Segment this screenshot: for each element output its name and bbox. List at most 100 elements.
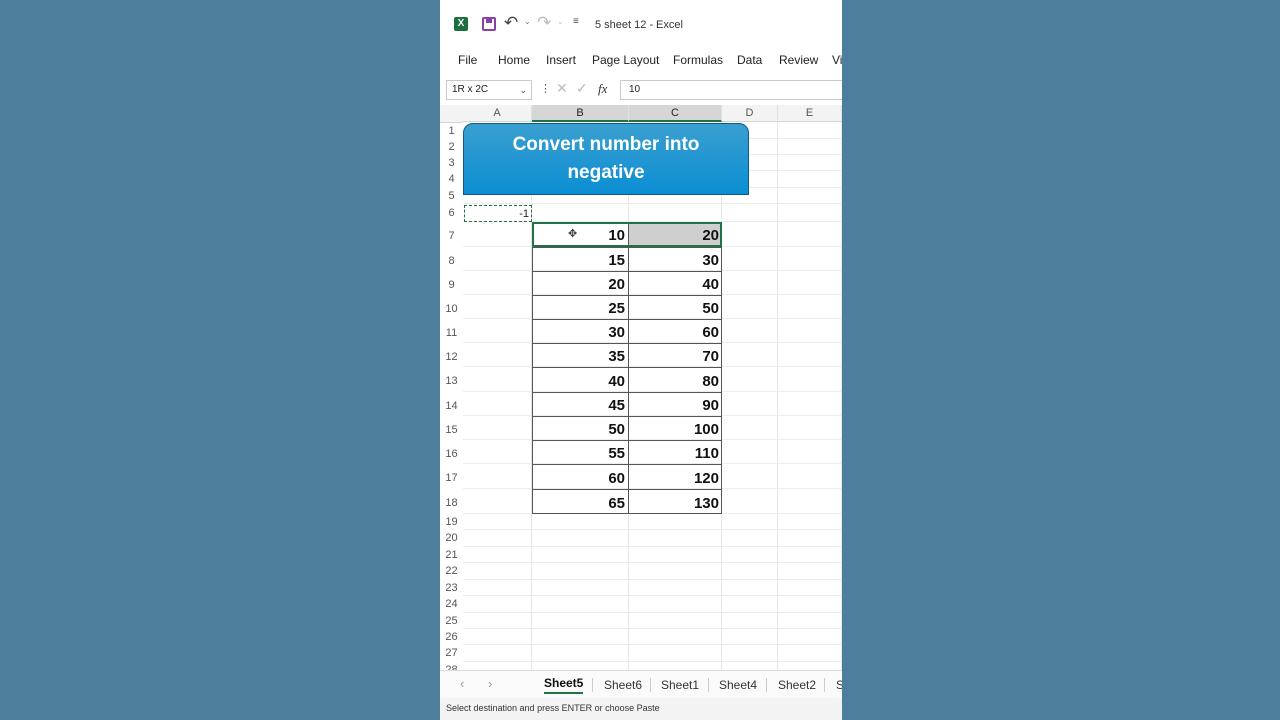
- chevron-down-icon[interactable]: ⌄: [519, 81, 527, 99]
- row-header[interactable]: 23: [440, 580, 463, 596]
- column-header-e[interactable]: E: [778, 105, 842, 122]
- cell-c14[interactable]: 90: [629, 392, 722, 416]
- insert-function-icon[interactable]: fx: [598, 81, 607, 97]
- more-options-icon[interactable]: ⋮: [540, 82, 551, 95]
- tab-review[interactable]: Review: [779, 53, 818, 67]
- cell-b13[interactable]: 40: [532, 367, 629, 392]
- cell-b18[interactable]: 65: [532, 489, 629, 514]
- cell-b9[interactable]: 20: [532, 271, 629, 295]
- row-header[interactable]: 17: [440, 464, 463, 489]
- name-box-value: 1R x 2C: [452, 84, 489, 95]
- row-header[interactable]: 8: [440, 247, 463, 271]
- row-gridline: [463, 644, 842, 645]
- row-header[interactable]: 11: [440, 319, 463, 343]
- cell-c15[interactable]: 100: [629, 416, 722, 440]
- redo-dropdown-icon[interactable]: ⌄: [557, 17, 564, 26]
- row-gridline: [463, 546, 842, 547]
- cell-c16[interactable]: 110: [629, 440, 722, 464]
- row-header[interactable]: 21: [440, 547, 463, 563]
- cell-c10[interactable]: 50: [629, 295, 722, 319]
- cell-c12[interactable]: 70: [629, 343, 722, 367]
- row-header[interactable]: 10: [440, 295, 463, 319]
- row-header[interactable]: 5: [440, 188, 463, 204]
- cursor-icon: ✥: [568, 228, 578, 240]
- sheet-tab-sheet4[interactable]: Sheet4: [719, 678, 757, 692]
- cell-c8[interactable]: 30: [629, 247, 722, 271]
- row-header[interactable]: 9: [440, 271, 463, 295]
- sheet-tab-sheet1[interactable]: Sheet1: [661, 678, 699, 692]
- cell-b14[interactable]: 45: [532, 392, 629, 416]
- cell-c18[interactable]: 130: [629, 489, 722, 514]
- title-banner[interactable]: Convert number into negative: [463, 123, 749, 195]
- cell-b10[interactable]: 25: [532, 295, 629, 319]
- row-header[interactable]: 25: [440, 613, 463, 629]
- undo-icon[interactable]: ↶: [504, 13, 518, 33]
- row-header[interactable]: 15: [440, 416, 463, 440]
- row-header[interactable]: 4: [440, 171, 463, 188]
- column-header-a[interactable]: A: [463, 105, 532, 122]
- cell-b17[interactable]: 60: [532, 464, 629, 489]
- worksheet-grid[interactable]: A B C D E 1 2 3 4 5 6 7 8 9 10 11 12 13 14 15 16 17 18 19 2…: [440, 105, 842, 670]
- tab-page-layout[interactable]: Page Layout: [592, 53, 659, 67]
- cell-c9[interactable]: 40: [629, 271, 722, 295]
- name-box[interactable]: 1R x 2C ⌄: [446, 80, 532, 100]
- excel-window: X ↶ ⌄ ↷ ⌄ ≡ 5 sheet 12 - Excel File Home…: [440, 0, 842, 720]
- row-header[interactable]: 18: [440, 489, 463, 514]
- cell-b8[interactable]: 15: [532, 247, 629, 271]
- tab-data[interactable]: Data: [737, 53, 762, 67]
- save-icon[interactable]: [482, 17, 496, 31]
- row-header[interactable]: 24: [440, 596, 463, 613]
- row-header[interactable]: 27: [440, 645, 463, 662]
- row-header[interactable]: 16: [440, 440, 463, 464]
- enter-check-icon[interactable]: ✓: [576, 80, 588, 97]
- chevron-left-icon[interactable]: ‹: [460, 676, 464, 691]
- sheet-tab-sheet6[interactable]: Sheet6: [604, 678, 642, 692]
- customize-quick-access-icon[interactable]: ≡: [573, 16, 579, 27]
- row-gridline: [463, 661, 842, 662]
- row-header[interactable]: 14: [440, 392, 463, 416]
- redo-icon[interactable]: ↷: [537, 13, 551, 33]
- title-bar: X ↶ ⌄ ↷ ⌄ ≡ 5 sheet 12 - Excel: [440, 0, 842, 50]
- row-header[interactable]: 2: [440, 139, 463, 155]
- formula-input[interactable]: 10: [620, 80, 842, 100]
- tab-view[interactable]: Vi: [832, 53, 842, 67]
- row-header[interactable]: 19: [440, 514, 463, 530]
- cell-b15[interactable]: 50: [532, 416, 629, 440]
- column-gridline: [777, 122, 778, 670]
- cell-b12[interactable]: 35: [532, 343, 629, 367]
- chevron-right-icon[interactable]: ›: [488, 676, 492, 691]
- row-header[interactable]: 20: [440, 530, 463, 547]
- banner-title-line-1: Convert number into: [512, 134, 700, 155]
- tab-file[interactable]: File: [458, 53, 477, 67]
- tab-insert[interactable]: Insert: [546, 53, 576, 67]
- cell-c17[interactable]: 120: [629, 464, 722, 489]
- row-header[interactable]: 6: [440, 204, 463, 222]
- selection-range: [532, 222, 722, 247]
- row-header[interactable]: 22: [440, 563, 463, 580]
- copied-cell-a6[interactable]: -1: [464, 205, 532, 222]
- column-header-b[interactable]: B: [532, 105, 629, 122]
- sheet-tab-more[interactable]: S: [836, 678, 842, 692]
- tab-divider: [708, 678, 709, 692]
- row-header[interactable]: 12: [440, 343, 463, 367]
- select-all-corner[interactable]: [440, 105, 463, 123]
- row-header[interactable]: 1: [440, 123, 463, 139]
- row-header[interactable]: 13: [440, 367, 463, 392]
- undo-dropdown-icon[interactable]: ⌄: [524, 17, 531, 26]
- cancel-icon[interactable]: ✕: [556, 80, 568, 97]
- sheet-tab-sheet5[interactable]: Sheet5: [544, 676, 584, 694]
- cell-c11[interactable]: 60: [629, 319, 722, 343]
- cell-b11[interactable]: 30: [532, 319, 629, 343]
- row-header[interactable]: 26: [440, 629, 463, 645]
- row-header[interactable]: 28: [440, 662, 463, 670]
- column-header-d[interactable]: D: [722, 105, 778, 122]
- column-header-c[interactable]: C: [629, 105, 722, 122]
- row-header[interactable]: 7: [440, 222, 463, 247]
- row-gridline: [463, 203, 842, 204]
- tab-home[interactable]: Home: [498, 53, 530, 67]
- row-header[interactable]: 3: [440, 155, 463, 171]
- sheet-tab-sheet2[interactable]: Sheet2: [778, 678, 816, 692]
- cell-c13[interactable]: 80: [629, 367, 722, 392]
- cell-b16[interactable]: 55: [532, 440, 629, 464]
- tab-formulas[interactable]: Formulas: [673, 53, 723, 67]
